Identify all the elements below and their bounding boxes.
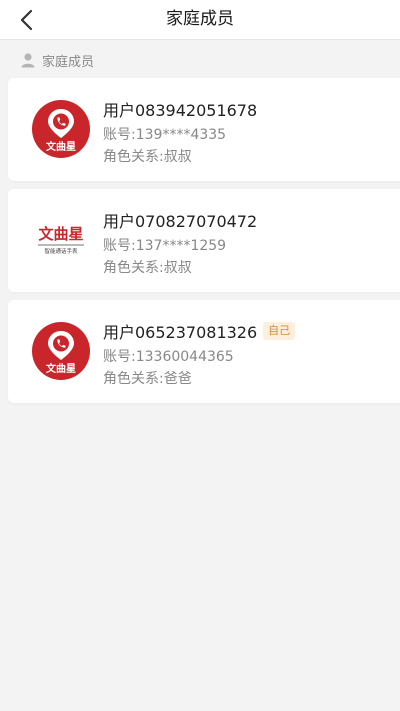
avatar: 文曲星 智能通话手表 xyxy=(32,211,90,269)
svg-text:文曲星: 文曲星 xyxy=(46,362,76,375)
member-account: 账号:137****1259 xyxy=(103,238,227,254)
svg-text:智能通话手表: 智能通话手表 xyxy=(44,247,78,255)
name-row: 用户065237081326 自己 xyxy=(103,319,296,343)
section-header: 家庭成员 xyxy=(20,50,94,70)
phone-pin-logo-icon: 文曲星 xyxy=(32,322,90,380)
member-name: 用户065237081326 xyxy=(103,323,258,342)
page-title: 家庭成员 xyxy=(166,9,234,29)
phone-pin-logo-icon: 文曲星 xyxy=(32,100,90,158)
member-card[interactable]: 文曲星 用户065237081326 自己 账号:13360044365 角色关… xyxy=(8,300,400,403)
avatar: 文曲星 xyxy=(32,100,90,158)
member-card[interactable]: 文曲星 用户083942051678 账号:139****4335 角色关系:叔… xyxy=(8,78,400,181)
member-role: 角色关系:爸爸 xyxy=(103,371,192,387)
svg-text:文曲星: 文曲星 xyxy=(46,140,76,153)
member-role: 角色关系:叔叔 xyxy=(103,149,192,165)
member-account: 账号:13360044365 xyxy=(103,349,234,365)
member-account: 账号:139****4335 xyxy=(103,127,227,143)
member-name: 用户083942051678 xyxy=(103,101,258,120)
text-logo-icon: 文曲星 智能通话手表 xyxy=(32,211,90,269)
member-role: 角色关系:叔叔 xyxy=(103,260,192,276)
member-card[interactable]: 文曲星 智能通话手表 用户070827070472 账号:137****1259… xyxy=(8,189,400,292)
member-name: 用户070827070472 xyxy=(103,212,258,231)
section-label: 家庭成员 xyxy=(42,54,95,70)
nav-bar: 家庭成员 xyxy=(0,0,400,40)
self-badge: 自己 xyxy=(263,322,296,340)
svg-text:文曲星: 文曲星 xyxy=(38,225,83,243)
name-row: 用户070827070472 xyxy=(103,208,257,232)
person-icon xyxy=(21,53,35,68)
name-row: 用户083942051678 xyxy=(103,97,257,121)
avatar: 文曲星 xyxy=(32,322,90,380)
